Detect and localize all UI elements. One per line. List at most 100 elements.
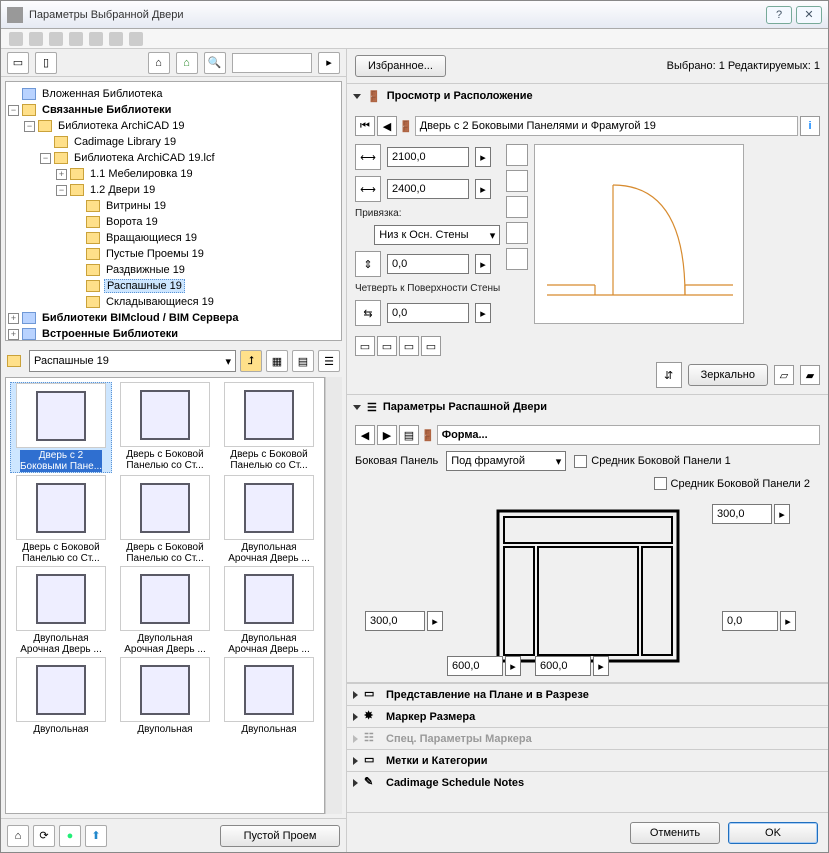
favorites-button[interactable]: Избранное... (355, 55, 446, 77)
view-list-button[interactable]: ☰ (318, 350, 340, 372)
nav-prev-button[interactable]: ◀ (377, 116, 397, 136)
anchor-input[interactable]: 0,0 (387, 254, 469, 274)
orient-2-button[interactable]: ▰ (800, 365, 820, 385)
preview-mode-4[interactable] (506, 222, 528, 244)
object-card[interactable]: Дверь с 2Боковыми Пане... (10, 382, 112, 473)
tree-item[interactable]: Библиотека ArchiCAD 19 (56, 120, 186, 132)
plan-pos-3[interactable]: ▭ (399, 336, 419, 356)
dim-bl-input[interactable]: 600,0 (447, 656, 503, 676)
view-split-button[interactable]: ▯ (35, 52, 57, 74)
section-params-header[interactable]: ☰ Параметры Распашной Двери (347, 395, 828, 419)
preview-mode-5[interactable] (506, 248, 528, 270)
object-card[interactable]: ДвупольнаяАрочная Дверь ... (114, 566, 216, 655)
search-icon[interactable]: 🔍 (204, 52, 226, 74)
object-browser[interactable]: Дверь с 2Боковыми Пане...Дверь с Боковой… (5, 377, 325, 814)
tree-item[interactable]: Пустые Проемы 19 (104, 248, 206, 260)
dim-br-input[interactable]: 600,0 (535, 656, 591, 676)
object-card[interactable]: Дверь с БоковойПанелью со Ст... (10, 475, 112, 564)
dim-right-input[interactable]: 0,0 (722, 611, 778, 631)
height-input[interactable]: 2400,0 (387, 179, 469, 199)
info-button[interactable]: i (800, 116, 820, 136)
tree-item[interactable]: Библиотеки BIMcloud / BIM Сервера (40, 312, 240, 324)
mullion-2-checkbox[interactable]: Средник Боковой Панели 2 (654, 477, 810, 490)
filter-2-button[interactable]: ⌂ (176, 52, 198, 74)
section-cadimage-header[interactable]: ✎Cadimage Schedule Notes (347, 771, 828, 793)
preview-mode-1[interactable] (506, 144, 528, 166)
object-card[interactable]: ДвупольнаяАрочная Дверь ... (218, 566, 320, 655)
view-large-button[interactable]: ▦ (266, 350, 288, 372)
width-input[interactable]: 2100,0 (387, 147, 469, 167)
tree-item[interactable]: Встроенные Библиотеки (40, 328, 180, 340)
object-card[interactable]: Двупольная (218, 657, 320, 746)
empty-opening-button[interactable]: Пустой Проем (220, 825, 340, 847)
filter-1-button[interactable]: ⌂ (148, 52, 170, 74)
reveal-stepper[interactable]: ▸ (475, 303, 491, 323)
ok-button[interactable]: OK (728, 822, 818, 844)
dim-left-input[interactable]: 300,0 (365, 611, 425, 631)
tree-item[interactable]: Вложенная Библиотека (40, 88, 164, 100)
tree-item[interactable]: Библиотека ArchiCAD 19.lcf (72, 152, 217, 164)
side-panel-combo[interactable]: Под фрамугой▾ (446, 451, 566, 471)
tree-item[interactable]: Связанные Библиотеки (40, 104, 173, 116)
object-card[interactable]: Дверь с БоковойПанелью со Ст... (114, 382, 216, 473)
tree-item[interactable]: Cadimage Library 19 (72, 136, 178, 148)
dim-right-stepper[interactable]: ▸ (780, 611, 796, 631)
object-card[interactable]: ДвупольнаяАрочная Дверь ... (10, 566, 112, 655)
scrollbar[interactable] (325, 377, 342, 814)
tree-item[interactable]: Витрины 19 (104, 200, 168, 212)
dim-br-stepper[interactable]: ▸ (593, 656, 609, 676)
anchor-combo[interactable]: Низ к Осн. Стены▾ (374, 225, 500, 245)
view-mode-button[interactable]: ▭ (7, 52, 29, 74)
tree-item[interactable]: Раздвижные 19 (104, 264, 187, 276)
dim-bl-stepper[interactable]: ▸ (505, 656, 521, 676)
plan-pos-1[interactable]: ▭ (355, 336, 375, 356)
dim-top-stepper[interactable]: ▸ (774, 504, 790, 524)
tree-item[interactable]: Вращающиеся 19 (104, 232, 199, 244)
folder-combo[interactable]: Распашные 19▾ (29, 350, 236, 372)
preview-mode-2[interactable] (506, 170, 528, 192)
section-preview-header[interactable]: 🚪 Просмотр и Расположение (347, 84, 828, 108)
lib-reload-button[interactable]: ⟳ (33, 825, 55, 847)
param-next-button[interactable]: ▶ (377, 425, 397, 445)
view-small-button[interactable]: ▤ (292, 350, 314, 372)
library-tree[interactable]: Вложенная Библиотека − Связанные Библиоте… (5, 81, 342, 341)
tree-item-selected[interactable]: Распашные 19 (104, 279, 185, 293)
dim-top-input[interactable]: 300,0 (712, 504, 772, 524)
nav-first-button[interactable]: ⏮ (355, 116, 375, 136)
search-go-button[interactable]: ▸ (318, 52, 340, 74)
lib-web-button[interactable]: ● (59, 825, 81, 847)
reveal-input[interactable]: 0,0 (387, 303, 469, 323)
object-card[interactable]: Двупольная (114, 657, 216, 746)
dim-left-stepper[interactable]: ▸ (427, 611, 443, 631)
plan-pos-4[interactable]: ▭ (421, 336, 441, 356)
collapse-icon[interactable]: − (8, 105, 19, 116)
flip-icon[interactable]: ⇵ (656, 362, 682, 388)
help-button[interactable]: ? (766, 6, 792, 24)
lib-manager-button[interactable]: ⌂ (7, 825, 29, 847)
tree-item[interactable]: 1.2 Двери 19 (88, 184, 157, 196)
search-input[interactable] (232, 53, 313, 73)
section-plan-header[interactable]: ▭Представление на Плане и в Разрезе (347, 683, 828, 705)
cancel-button[interactable]: Отменить (630, 822, 720, 844)
preview-mode-3[interactable] (506, 196, 528, 218)
param-page-name[interactable]: Форма... (437, 425, 820, 445)
plan-pos-2[interactable]: ▭ (377, 336, 397, 356)
tree-item[interactable]: 1.1 Мебелировка 19 (88, 168, 195, 180)
anchor-stepper[interactable]: ▸ (475, 254, 491, 274)
object-name-field[interactable]: Дверь с 2 Боковыми Панелями и Фрамугой 1… (415, 116, 798, 136)
mullion-1-checkbox[interactable]: Средник Боковой Панели 1 (574, 455, 730, 468)
param-prev-button[interactable]: ◀ (355, 425, 375, 445)
up-folder-button[interactable]: ⮥ (240, 350, 262, 372)
lib-upload-button[interactable]: ⬆ (85, 825, 107, 847)
mirror-button[interactable]: Зеркально (688, 364, 768, 386)
section-marker-header[interactable]: ✸Маркер Размера (347, 705, 828, 727)
object-card[interactable]: Дверь с БоковойПанелью со Ст... (218, 382, 320, 473)
object-card[interactable]: ДвупольнаяАрочная Дверь ... (218, 475, 320, 564)
object-card[interactable]: Двупольная (10, 657, 112, 746)
object-card[interactable]: Дверь с БоковойПанелью со Ст... (114, 475, 216, 564)
width-stepper[interactable]: ▸ (475, 147, 491, 167)
orient-1-button[interactable]: ▱ (774, 365, 794, 385)
tree-item[interactable]: Ворота 19 (104, 216, 160, 228)
close-button[interactable]: ✕ (796, 6, 822, 24)
height-stepper[interactable]: ▸ (475, 179, 491, 199)
